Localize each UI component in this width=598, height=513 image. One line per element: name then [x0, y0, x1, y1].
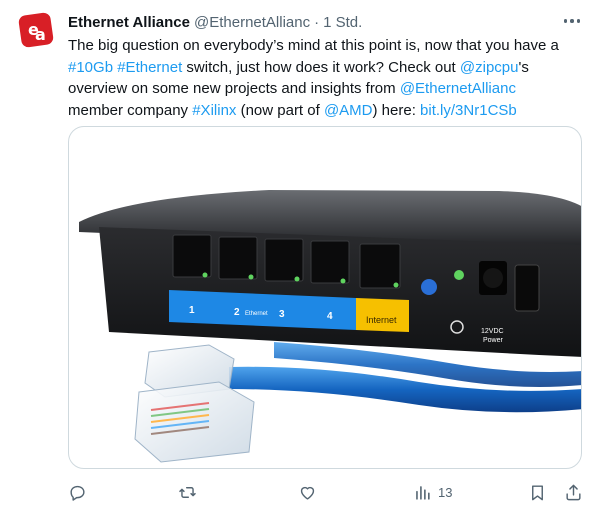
svg-text:a: a: [35, 25, 46, 44]
text-segment: member company: [68, 101, 193, 119]
reply-icon: [70, 485, 85, 501]
bookmark-button[interactable]: [528, 480, 547, 504]
mention-zipcpu[interactable]: @zipcpu: [460, 59, 519, 76]
reply-button[interactable]: [68, 480, 87, 504]
share-icon: [566, 484, 581, 500]
port-label-internet: Internet: [366, 315, 397, 325]
views-button[interactable]: 13: [413, 480, 452, 504]
port-label-2: 2: [234, 307, 240, 318]
more-dot-icon: [563, 19, 568, 23]
tweet[interactable]: e a Ethernet Alliance @EthernetAllianc ·…: [0, 0, 598, 513]
tweet-text-line: #10Gb #Ethernet switch, just how does it…: [68, 57, 583, 79]
more-dot-icon: [570, 19, 574, 23]
views-count: 13: [438, 484, 453, 500]
port-label-3: 3: [279, 309, 285, 320]
text-segment: switch, just how does it work? Check out: [182, 58, 460, 76]
text-segment: 's: [518, 58, 529, 76]
mention-ethernetallianc[interactable]: @EthernetAllianc: [400, 80, 516, 97]
tweet-text-line: The big question on everybody’s mind at …: [68, 35, 583, 57]
text-segment: The big question on everybody’s mind at …: [68, 37, 559, 54]
tweet-text: The big question on everybody’s mind at …: [68, 35, 583, 121]
hashtag-ethernet[interactable]: #Ethernet: [117, 59, 182, 76]
more-dot-icon: [576, 19, 581, 23]
port-label-1: 1: [189, 305, 195, 316]
author-handle[interactable]: @EthernetAllianc: [194, 14, 310, 31]
ethernet-alliance-logo-icon: e a: [16, 10, 56, 50]
author-name[interactable]: Ethernet Alliance: [68, 14, 190, 31]
tweet-header: Ethernet Alliance @EthernetAllianc · 1 S…: [68, 12, 582, 32]
port-label-4: 4: [327, 311, 333, 322]
tweet-actions: 13: [68, 480, 583, 504]
mention-amd[interactable]: @AMD: [324, 102, 373, 119]
tweet-media-image[interactable]: 1 2 Ethernet 3 4 Internet 12VDC Power: [68, 126, 582, 469]
author-avatar[interactable]: e a: [16, 10, 56, 50]
power-label-voltage: 12VDC: [481, 328, 504, 335]
retweet-button[interactable]: [178, 480, 197, 504]
tweet-text-line: overview on some new projects and insigh…: [68, 78, 583, 100]
bookmark-icon: [532, 484, 543, 500]
tweet-text-line: member company #Xilinx (now part of @AMD…: [68, 100, 583, 122]
tweet-timestamp[interactable]: 1 Std.: [323, 14, 362, 31]
like-button[interactable]: [298, 480, 317, 504]
text-segment: overview on some new projects and insigh…: [68, 80, 400, 97]
share-button[interactable]: [564, 480, 583, 504]
hashtag-xilinx[interactable]: #Xilinx: [192, 102, 236, 119]
port-label-ethernet: Ethernet: [245, 311, 268, 317]
header-separator: ·: [314, 13, 320, 31]
like-icon: [300, 486, 315, 500]
text-segment: ) here:: [372, 101, 421, 119]
retweet-icon: [179, 486, 196, 498]
hashtag-10gb[interactable]: #10Gb: [68, 59, 113, 76]
more-options-button[interactable]: [560, 11, 584, 31]
power-label: Power: [483, 337, 504, 344]
views-icon: [416, 485, 430, 500]
short-link[interactable]: bit.ly/3Nr1CSb: [420, 102, 517, 119]
text-segment: (now part of: [236, 101, 324, 119]
router-photo: 1 2 Ethernet 3 4 Internet 12VDC Power: [79, 190, 581, 463]
